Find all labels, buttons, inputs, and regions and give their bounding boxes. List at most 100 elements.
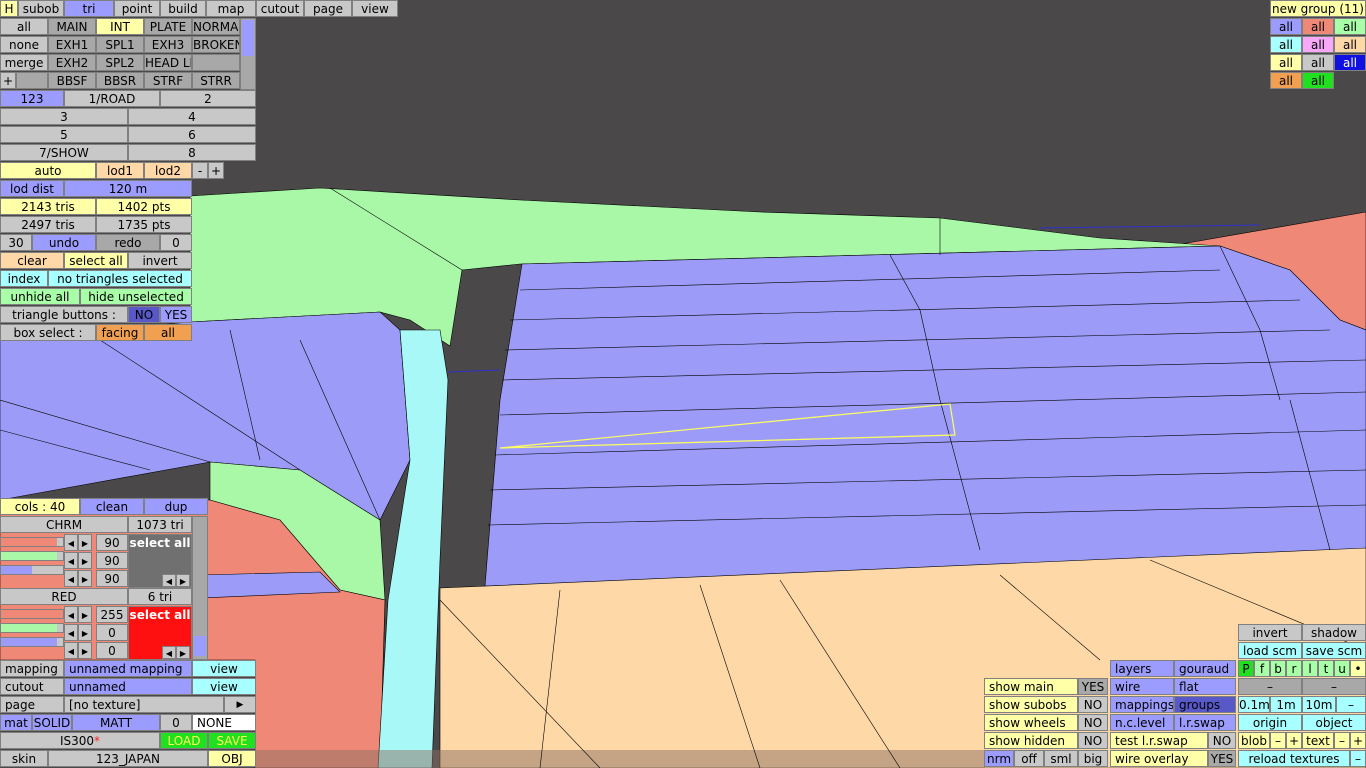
group-merge-button[interactable]: merge — [0, 54, 48, 71]
layer-1-road[interactable]: 1/ROAD — [64, 90, 160, 107]
mat1-red-slider[interactable] — [0, 537, 64, 547]
group-blank[interactable] — [16, 72, 48, 89]
help-button[interactable]: H — [0, 0, 18, 17]
lod-dist-value[interactable]: 120 m — [64, 180, 192, 197]
group-add-button[interactable]: + — [0, 72, 16, 89]
mat1-r-inc-icon[interactable]: ▶ — [78, 534, 92, 551]
lod1-button[interactable]: lod1 — [96, 162, 144, 179]
text-minus[interactable]: – — [1334, 732, 1350, 749]
group-main[interactable]: MAIN — [48, 18, 96, 35]
group-strf[interactable]: STRF — [144, 72, 192, 89]
mat2-select-all[interactable]: select all — [130, 608, 191, 622]
group-plate[interactable]: PLATE — [144, 18, 192, 35]
triangle-buttons-no[interactable]: NO — [128, 306, 160, 323]
show-wheels-toggle[interactable]: NO — [1078, 714, 1108, 731]
view-object-button[interactable]: object — [1302, 714, 1366, 731]
mat1-g-dec-icon[interactable]: ◀ — [64, 552, 78, 569]
save-scm-button[interactable]: save scm — [1302, 642, 1366, 659]
box-select-all[interactable]: all — [144, 324, 192, 341]
menu-map[interactable]: map — [206, 0, 256, 17]
wire-overlay-toggle[interactable]: YES — [1208, 750, 1236, 767]
layer-8[interactable]: 8 — [128, 144, 256, 161]
dup-button[interactable]: dup — [144, 498, 208, 515]
clean-button[interactable]: clean — [80, 498, 144, 515]
mapping-value[interactable]: unnamed mapping — [64, 660, 192, 677]
mat1-b-value[interactable]: 90 — [96, 570, 128, 587]
mat-solid-button[interactable]: SOLID — [32, 714, 72, 731]
mat2-r-value[interactable]: 255 — [96, 606, 128, 623]
cutout-view-button[interactable]: view — [192, 678, 256, 695]
mat1-r-dec-icon[interactable]: ◀ — [64, 534, 78, 551]
blob-plus[interactable]: + — [1286, 732, 1302, 749]
new-group-title[interactable]: new group (11) — [1270, 0, 1366, 17]
lod2-button[interactable]: lod2 — [144, 162, 192, 179]
mat2-green-slider[interactable] — [0, 623, 64, 633]
view-shadow-button[interactable]: shadow — [1302, 624, 1366, 641]
group-exh2[interactable]: EXH2 — [48, 54, 96, 71]
view-dir-u[interactable]: u — [1334, 660, 1350, 677]
mat1-green-slider[interactable] — [0, 551, 64, 561]
material-1-name[interactable]: CHRM — [0, 516, 128, 533]
group-bbsf[interactable]: BBSF — [48, 72, 96, 89]
render-gouraud-button[interactable]: gouraud — [1174, 660, 1236, 677]
pgroup-cell[interactable]: all — [1270, 72, 1302, 89]
render-lrswap-button[interactable]: l.r.swap — [1174, 714, 1236, 731]
mat2-b-value[interactable]: 0 — [96, 642, 128, 659]
view-dir-l[interactable]: l — [1302, 660, 1318, 677]
menu-point[interactable]: point — [114, 0, 160, 17]
hide-unselected-button[interactable]: hide unselected — [80, 288, 192, 305]
mat2-g-dec-icon[interactable]: ◀ — [64, 624, 78, 641]
pgroup-cell[interactable]: all — [1334, 36, 1366, 53]
view-minus-2[interactable]: – — [1302, 678, 1366, 695]
view-dir-b[interactable]: b — [1270, 660, 1286, 677]
menu-view[interactable]: view — [352, 0, 398, 17]
group-int[interactable]: INT — [96, 18, 144, 35]
group-none-button[interactable]: none — [0, 36, 48, 53]
select-all-button[interactable]: select all — [64, 252, 128, 269]
menu-subob[interactable]: subob — [18, 0, 64, 17]
menu-build[interactable]: build — [160, 0, 206, 17]
normals-nrm-button[interactable]: nrm — [984, 750, 1014, 767]
text-plus[interactable]: + — [1350, 732, 1366, 749]
skin-value[interactable]: 123_JAPAN — [48, 750, 208, 767]
step-1m[interactable]: 1m — [1270, 696, 1302, 713]
group-broken[interactable]: BROKEN — [192, 36, 240, 53]
reload-minus[interactable]: – — [1350, 750, 1366, 767]
mat1-blue-slider[interactable] — [0, 565, 64, 575]
mat1-b-dec-icon[interactable]: ◀ — [64, 570, 78, 587]
group-bbsr[interactable]: BBSR — [96, 72, 144, 89]
mat-number[interactable]: 0 — [160, 714, 192, 731]
pgroup-cell[interactable]: all — [1302, 54, 1334, 71]
triangle-buttons-yes[interactable]: YES — [160, 306, 192, 323]
render-nclevel-button[interactable]: n.c.level — [1110, 714, 1174, 731]
show-hidden-toggle[interactable]: NO — [1078, 732, 1108, 749]
layer-4[interactable]: 4 — [128, 108, 256, 125]
mapping-view-button[interactable]: view — [192, 660, 256, 677]
material-2-name[interactable]: RED — [0, 588, 128, 605]
view-invert-button[interactable]: invert — [1238, 624, 1302, 641]
load-button[interactable]: LOAD — [160, 732, 208, 749]
group-exh3[interactable]: EXH3 — [144, 36, 192, 53]
view-dir-r[interactable]: r — [1286, 660, 1302, 677]
view-origin-button[interactable]: origin — [1238, 714, 1302, 731]
mat2-blue-slider[interactable] — [0, 637, 64, 647]
render-groups-button[interactable]: groups — [1174, 696, 1236, 713]
model-name[interactable]: IS300* — [0, 732, 160, 749]
undo-button[interactable]: undo — [32, 234, 96, 251]
mat2-b-dec-icon[interactable]: ◀ — [64, 642, 78, 659]
layer-5[interactable]: 5 — [0, 126, 128, 143]
normals-big-button[interactable]: big — [1078, 750, 1108, 767]
step-minus[interactable]: – — [1336, 696, 1366, 713]
invert-selection-button[interactable]: invert — [128, 252, 192, 269]
groups-scroll-thumb[interactable] — [242, 20, 254, 56]
save-button[interactable]: SAVE — [208, 732, 256, 749]
group-spl2[interactable]: SPL2 — [96, 54, 144, 71]
step-10m[interactable]: 10m — [1302, 696, 1336, 713]
normals-sml-button[interactable]: sml — [1044, 750, 1078, 767]
layer-123[interactable]: 123 — [0, 90, 64, 107]
redo-button[interactable]: redo — [96, 234, 160, 251]
menu-cutout[interactable]: cutout — [256, 0, 304, 17]
pgroup-cell[interactable]: all — [1270, 18, 1302, 35]
view-minus-1[interactable]: – — [1238, 678, 1302, 695]
mat2-r-inc-icon[interactable]: ▶ — [78, 606, 92, 623]
